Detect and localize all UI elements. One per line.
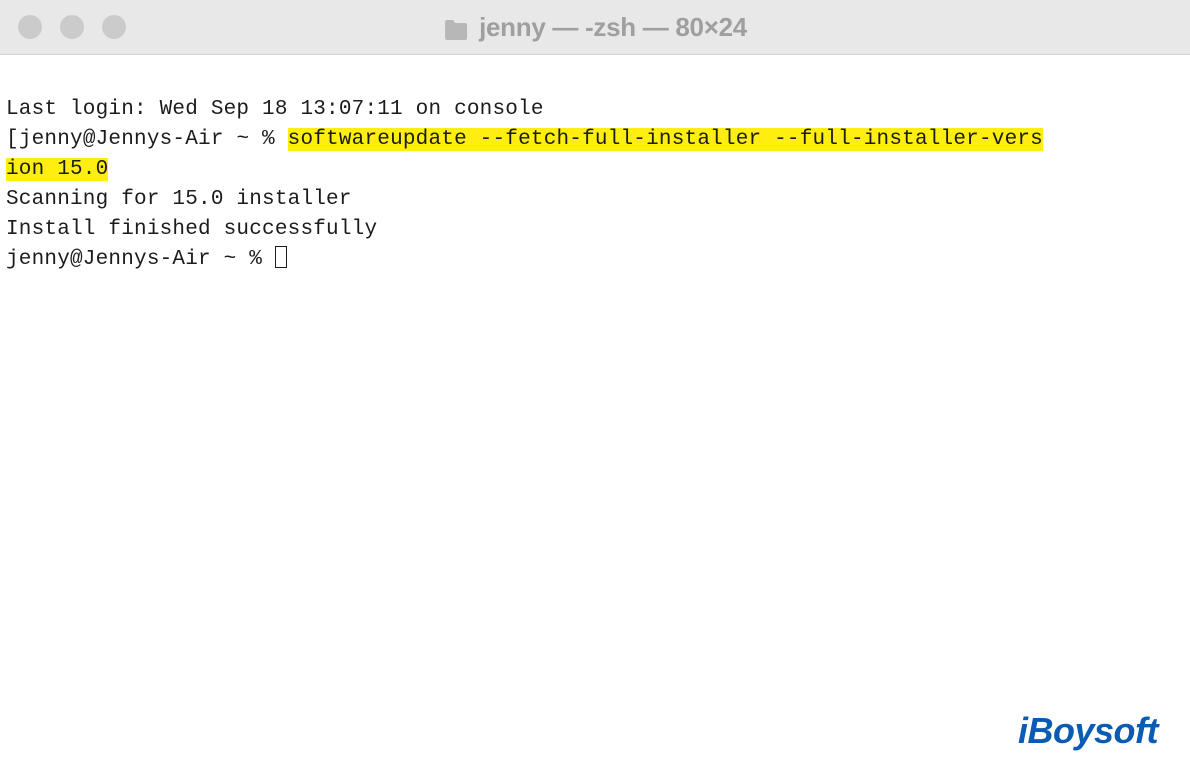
command-line-1: [jenny@Jennys-Air ~ % softwareupdate --f… bbox=[6, 125, 1182, 155]
window-titlebar: jenny — -zsh — 80×24 bbox=[0, 0, 1190, 55]
cursor bbox=[275, 246, 287, 268]
close-button[interactable] bbox=[18, 15, 42, 39]
prompt-text: jenny@Jennys-Air ~ % bbox=[19, 128, 288, 151]
watermark-logo: iBoysoft bbox=[1018, 710, 1158, 752]
prompt-text-2: jenny@Jennys-Air ~ % bbox=[6, 248, 275, 271]
output-scanning: Scanning for 15.0 installer bbox=[6, 185, 1182, 215]
prompt-line-2: jenny@Jennys-Air ~ % bbox=[6, 245, 1182, 275]
watermark-text: iBoysoft bbox=[1018, 710, 1158, 751]
command-highlight-part2: ion 15.0 bbox=[6, 158, 108, 181]
terminal-output[interactable]: Last login: Wed Sep 18 13:07:11 on conso… bbox=[0, 55, 1190, 313]
window-title: jenny — -zsh — 80×24 bbox=[443, 12, 747, 43]
command-line-2: ion 15.0 bbox=[6, 155, 1182, 185]
prompt-bracket: [ bbox=[6, 128, 19, 151]
folder-icon bbox=[443, 16, 469, 38]
last-login-line: Last login: Wed Sep 18 13:07:11 on conso… bbox=[6, 95, 1182, 125]
command-highlight-part1: softwareupdate --fetch-full-installer --… bbox=[288, 128, 1043, 151]
zoom-button[interactable] bbox=[102, 15, 126, 39]
output-finished: Install finished successfully bbox=[6, 215, 1182, 245]
traffic-lights bbox=[18, 15, 126, 39]
minimize-button[interactable] bbox=[60, 15, 84, 39]
window-title-text: jenny — -zsh — 80×24 bbox=[479, 12, 747, 43]
